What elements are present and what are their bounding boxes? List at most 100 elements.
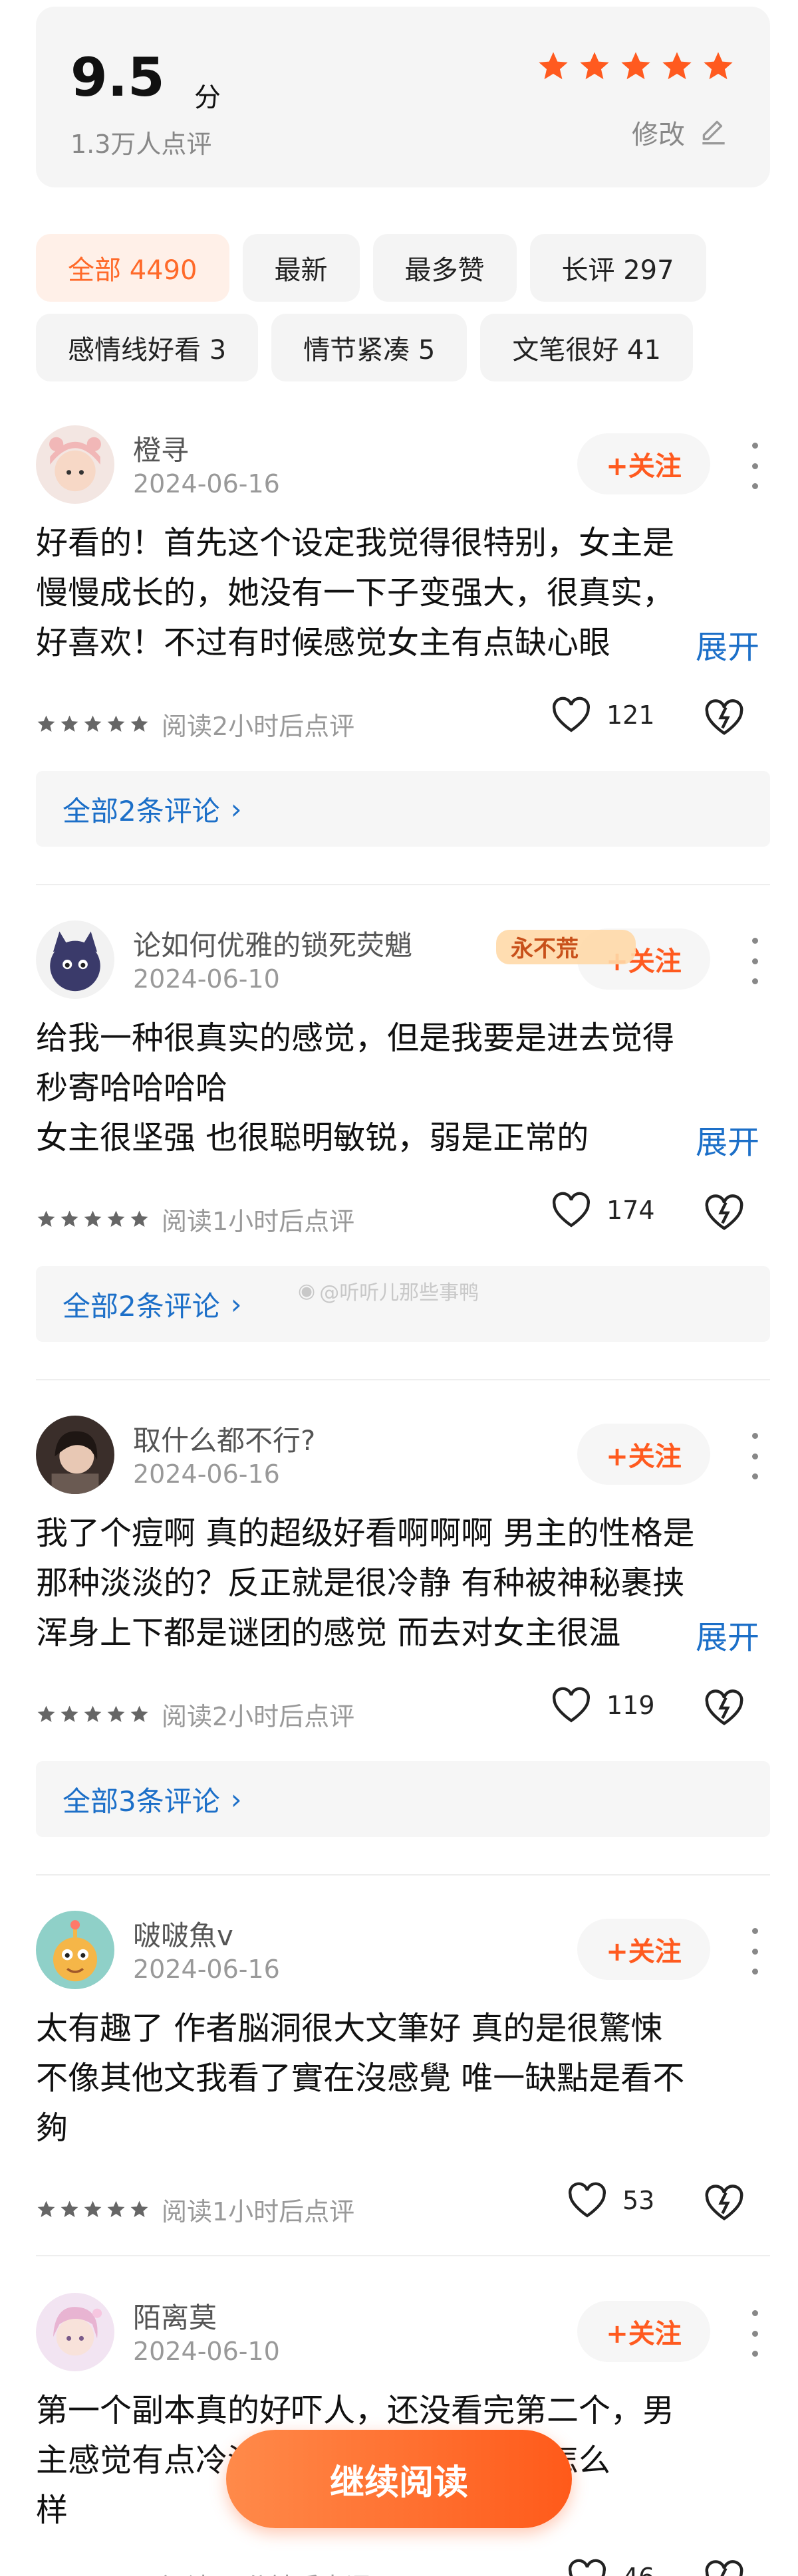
heart-icon bbox=[569, 2559, 606, 2576]
like-count: 121 bbox=[606, 700, 655, 730]
read-info: 阅读2小时后点评 bbox=[162, 1702, 355, 1731]
review-item: 取什么都不行? 2024-06-16 +关注 我了个痘啊 真的超级好看啊啊啊 男… bbox=[0, 1416, 798, 1887]
rating-count: 1.3万人点评 bbox=[70, 130, 212, 159]
more-options-icon[interactable] bbox=[745, 938, 765, 984]
follow-button[interactable]: +关注 bbox=[577, 1919, 710, 1980]
weibo-icon: ◉ bbox=[298, 1279, 316, 1303]
expand-link[interactable]: 展开 bbox=[693, 1611, 760, 1658]
all-comments-link[interactable]: 全部2条评论 › bbox=[36, 771, 770, 847]
all-comments-link[interactable]: 全部3条评论 › bbox=[36, 1761, 770, 1837]
username[interactable]: 啵啵魚v bbox=[133, 1913, 233, 1954]
chip-romance[interactable]: 感情线好看 3 bbox=[36, 314, 259, 381]
follow-button[interactable]: +关注 bbox=[577, 1424, 710, 1485]
edit-label: 修改 bbox=[632, 120, 685, 150]
review-item: 橙寻 2024-06-16 +关注 好看的！首先这个设定我觉得很特别，女主是 慢… bbox=[0, 425, 798, 897]
avatar[interactable] bbox=[36, 1416, 114, 1494]
chip-tight-plot[interactable]: 情节紧凑 5 bbox=[271, 314, 467, 381]
read-info: 阅读2小时后点评 bbox=[162, 712, 355, 741]
my-rating-stars[interactable] bbox=[536, 49, 735, 84]
read-info: 阅读1小时后点评 bbox=[162, 2197, 355, 2226]
star-icon bbox=[130, 1210, 148, 1227]
review-item: 论如何优雅的锁死荧魈 2024-06-10 +关注 永不荒 给我一种很真实的感觉… bbox=[0, 920, 798, 1392]
more-options-icon[interactable] bbox=[745, 1928, 765, 1975]
avatar[interactable] bbox=[36, 2293, 114, 2371]
like-button[interactable]: 119 bbox=[551, 1687, 655, 1724]
review-text[interactable]: 太有趣了 作者脳洞很大文筆好 真的是很驚悚 不像其他文我看了實在沒感覺 唯一缺點… bbox=[36, 2004, 767, 2153]
avatar[interactable] bbox=[36, 425, 114, 504]
chip-long-review[interactable]: 长评 297 bbox=[529, 234, 706, 302]
username[interactable]: 橙寻 bbox=[133, 428, 189, 469]
star-icon bbox=[84, 715, 102, 732]
heart-icon bbox=[569, 2182, 606, 2218]
review-rating bbox=[36, 1704, 150, 1725]
star-icon bbox=[84, 2200, 102, 2217]
dislike-icon[interactable] bbox=[704, 1688, 745, 1728]
review-meta: 阅读2小时后点评 bbox=[36, 1696, 354, 1733]
read-info: 阅读1小时后点评 bbox=[162, 1207, 355, 1236]
star-icon bbox=[61, 2200, 78, 2217]
expand-link[interactable]: 展开 bbox=[693, 1116, 760, 1162]
heart-icon bbox=[553, 1687, 590, 1723]
avatar[interactable] bbox=[36, 920, 114, 999]
chip-latest[interactable]: 最新 bbox=[242, 234, 360, 302]
star-icon[interactable] bbox=[618, 49, 653, 84]
filter-chips: 全部 4490 最新 最多赞 长评 297 感情线好看 3 情节紧凑 5 文笔很… bbox=[36, 234, 774, 381]
review-date: 2024-06-10 bbox=[133, 2337, 280, 2366]
watermark: ◉ @听听儿那些事鸭 bbox=[298, 1276, 479, 1305]
divider bbox=[36, 1379, 770, 1380]
star-icon[interactable] bbox=[660, 49, 694, 84]
star-icon bbox=[130, 2200, 148, 2217]
star-icon bbox=[130, 1705, 148, 1722]
pencil-icon bbox=[702, 120, 725, 145]
expand-link[interactable]: 展开 bbox=[693, 621, 760, 667]
comments-label: 全部3条评论 bbox=[63, 1784, 220, 1818]
like-count: 174 bbox=[606, 1196, 655, 1225]
dislike-icon[interactable] bbox=[704, 698, 745, 738]
username[interactable]: 论如何优雅的锁死荧魈 bbox=[133, 923, 412, 964]
score-unit: 分 bbox=[194, 82, 221, 113]
like-button[interactable]: 53 bbox=[567, 2182, 654, 2219]
star-icon bbox=[84, 1705, 102, 1722]
star-icon[interactable] bbox=[701, 49, 735, 84]
dislike-icon[interactable] bbox=[704, 1193, 745, 1233]
username[interactable]: 取什么都不行? bbox=[133, 1418, 315, 1459]
chevron-right-icon: › bbox=[230, 792, 242, 825]
star-icon bbox=[37, 1705, 55, 1722]
like-button[interactable]: 121 bbox=[551, 697, 655, 734]
more-options-icon[interactable] bbox=[745, 2310, 765, 2357]
dislike-icon[interactable] bbox=[704, 2183, 745, 2223]
like-count: 119 bbox=[606, 1691, 655, 1720]
read-info: 阅读24分钟后点评 bbox=[162, 2567, 370, 2576]
star-icon bbox=[107, 1705, 125, 1722]
divider bbox=[36, 2255, 770, 2256]
badge-text: 永不荒 bbox=[511, 936, 579, 962]
heart-icon bbox=[553, 697, 590, 732]
more-options-icon[interactable] bbox=[745, 443, 765, 489]
continue-reading-button[interactable]: 继续阅读 bbox=[226, 2430, 572, 2528]
review-date: 2024-06-16 bbox=[133, 1955, 280, 1984]
star-icon bbox=[37, 715, 55, 732]
star-icon bbox=[37, 2200, 55, 2217]
chip-most-liked[interactable]: 最多赞 bbox=[372, 234, 517, 302]
like-button[interactable]: 174 bbox=[551, 1192, 655, 1229]
edit-rating-button[interactable]: 修改 bbox=[632, 113, 730, 152]
review-rating bbox=[36, 714, 150, 734]
review-meta: 阅读2小时后点评 bbox=[36, 706, 354, 742]
star-icon[interactable] bbox=[536, 49, 571, 84]
star-icon bbox=[107, 2200, 125, 2217]
comments-label: 全部2条评论 bbox=[63, 794, 220, 827]
review-meta: 阅读24分钟后点评 bbox=[36, 2567, 370, 2576]
dislike-icon[interactable] bbox=[704, 2559, 745, 2576]
chip-all[interactable]: 全部 4490 bbox=[36, 234, 229, 302]
star-icon bbox=[130, 715, 148, 732]
review-date: 2024-06-16 bbox=[133, 469, 280, 498]
follow-button[interactable]: +关注 bbox=[577, 433, 710, 494]
follow-button[interactable]: +关注 bbox=[577, 2301, 710, 2362]
avatar[interactable] bbox=[36, 1911, 114, 1989]
star-icon bbox=[61, 715, 78, 732]
more-options-icon[interactable] bbox=[745, 1433, 765, 1479]
like-button[interactable]: 46 bbox=[567, 2559, 654, 2576]
username[interactable]: 陌离莫 bbox=[133, 2296, 217, 2336]
star-icon[interactable] bbox=[577, 49, 612, 84]
chip-good-writing[interactable]: 文笔很好 41 bbox=[480, 314, 693, 381]
